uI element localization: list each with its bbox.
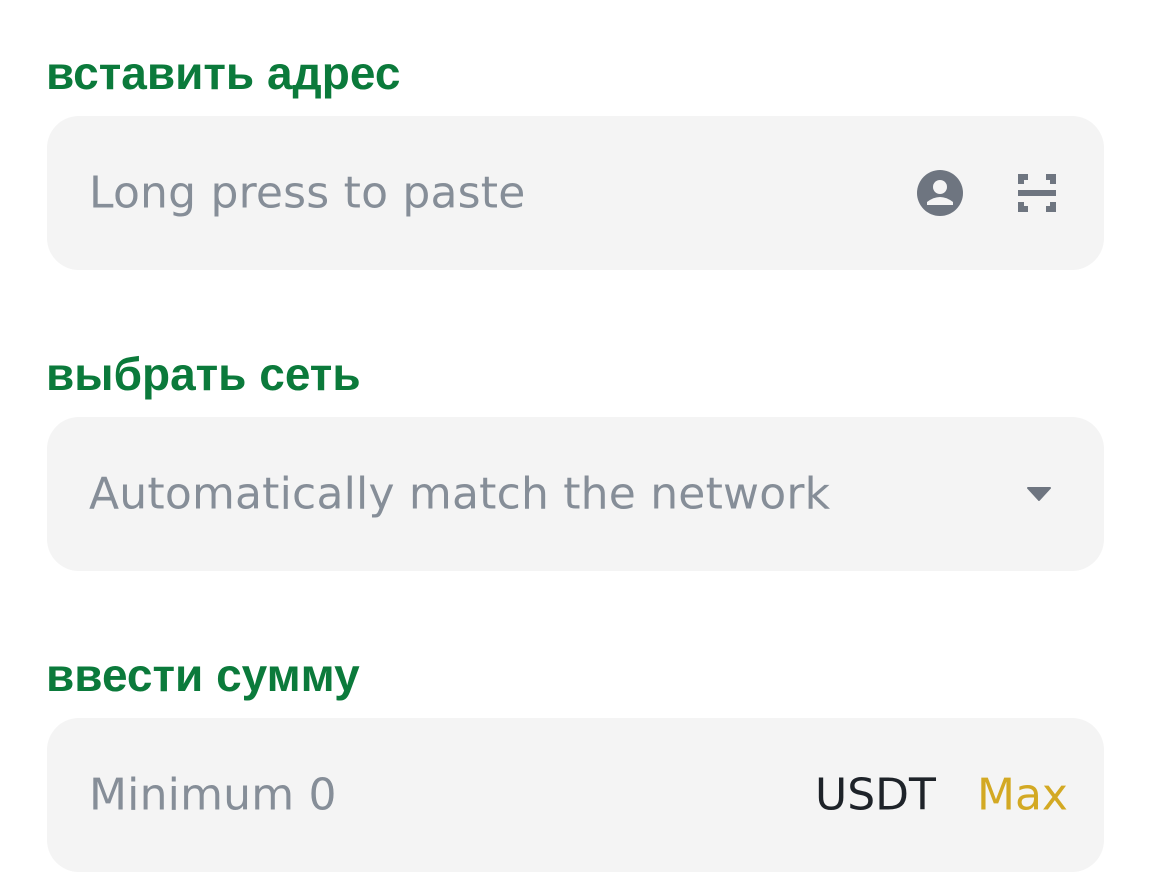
scan-icon[interactable] [1015,171,1059,215]
network-label: выбрать сеть [46,348,361,400]
amount-field[interactable]: Minimum 0 USDT Max [47,718,1104,872]
network-value: Automatically match the network [89,468,831,520]
max-button[interactable]: Max [977,770,1068,821]
address-input[interactable]: Long press to paste [89,168,526,219]
network-select[interactable]: Automatically match the network [47,417,1104,571]
amount-input[interactable]: Minimum 0 [89,770,337,821]
amount-label: ввести сумму [46,649,360,701]
caret-down-icon[interactable] [1025,485,1053,503]
contact-icon[interactable] [915,168,965,218]
address-label: вставить адрес [46,47,401,99]
address-field[interactable]: Long press to paste [47,116,1104,270]
currency-unit: USDT [815,769,936,821]
